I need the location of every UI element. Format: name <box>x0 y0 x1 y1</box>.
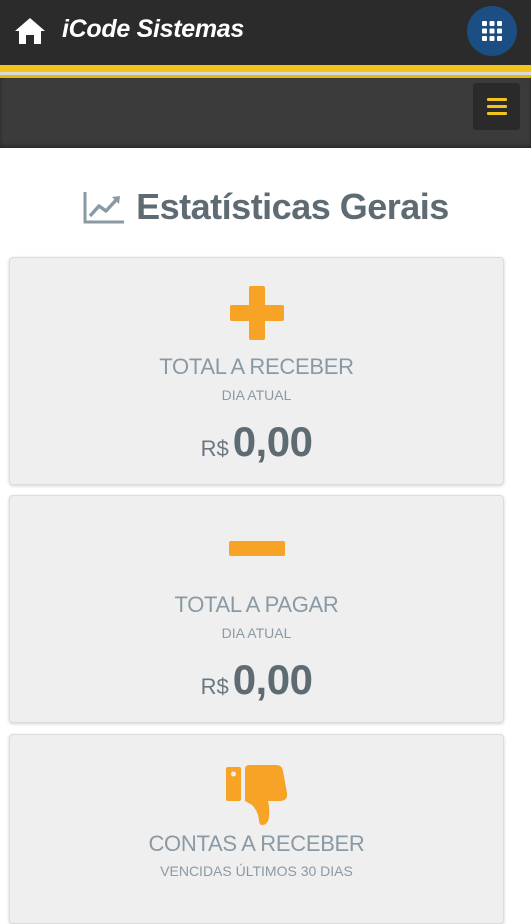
total-receivable-card[interactable]: TOTAL A RECEBER DIA ATUAL R$ 0,00 <box>9 257 504 485</box>
thumbs-down-icon <box>10 763 503 827</box>
card-title: TOTAL A PAGAR <box>174 592 339 617</box>
page-heading: Estatísticas Gerais <box>0 186 531 228</box>
card-title: TOTAL A RECEBER <box>159 354 354 379</box>
currency-symbol: R$ <box>200 436 229 461</box>
secondary-toolbar <box>0 78 531 148</box>
page-title: Estatísticas Gerais <box>136 186 449 227</box>
card-subtitle: VENCIDAS ÚLTIMOS 30 DIAS <box>160 863 353 879</box>
amount-value: 0,00 <box>232 656 313 703</box>
currency-symbol: R$ <box>200 674 229 699</box>
minus-icon <box>10 540 503 558</box>
card-amount: R$ 0,00 <box>10 656 503 704</box>
total-payable-card[interactable]: TOTAL A PAGAR DIA ATUAL R$ 0,00 <box>9 495 504 723</box>
card-subtitle: DIA ATUAL <box>221 625 292 641</box>
line-chart-icon <box>83 192 125 224</box>
top-app-bar: iCode Sistemas <box>0 0 531 65</box>
card-subtitle: DIA ATUAL <box>221 387 292 403</box>
app-title: iCode Sistemas <box>62 15 244 43</box>
hamburger-menu-button[interactable] <box>473 83 520 130</box>
home-icon[interactable] <box>13 16 47 46</box>
hamburger-menu-icon <box>486 98 507 101</box>
apps-grid-icon <box>482 21 502 41</box>
card-title: CONTAS A RECEBER <box>148 831 365 856</box>
plus-icon <box>10 284 503 342</box>
apps-grid-button[interactable] <box>467 6 517 56</box>
card-amount: R$ 0,00 <box>10 418 503 466</box>
amount-value: 0,00 <box>232 418 313 465</box>
overdue-receivables-card[interactable]: CONTAS A RECEBER VENCIDAS ÚLTIMOS 30 DIA… <box>9 734 504 924</box>
accent-stripe <box>0 65 531 72</box>
